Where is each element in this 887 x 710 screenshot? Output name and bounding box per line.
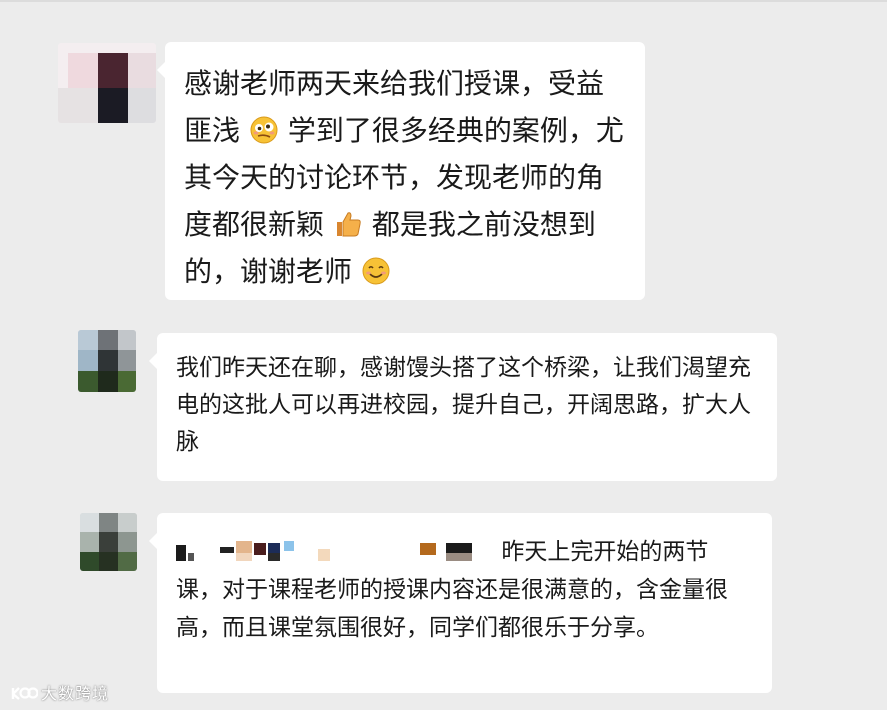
avatar[interactable] xyxy=(78,330,136,392)
top-divider xyxy=(0,0,887,2)
avatar[interactable] xyxy=(58,43,156,123)
thumbs-up-emoji xyxy=(336,212,361,237)
watermark-logo-icon xyxy=(11,687,38,700)
watermark: 大数跨境 xyxy=(10,680,109,704)
message-bubble[interactable]: 感谢老师两天来给我们授课，受益匪浅 学到了很多经典的案例，尤其今天的讨论环节，发… xyxy=(157,42,645,300)
smiling-face-emoji xyxy=(362,257,390,285)
avatar[interactable] xyxy=(80,513,137,571)
watermark-text: 大数跨境 xyxy=(41,684,110,703)
redacted-mention xyxy=(176,541,494,563)
message-bubble[interactable]: 昨天上完开始的两节课，对于课程老师的授课内容还是很满意的，含金量很高，而且课堂氛… xyxy=(149,513,772,693)
woozy-face-emoji xyxy=(250,116,278,144)
message-text: 我们昨天还在聊，感谢馒头搭了这个桥梁，让我们渴望充电的这批人可以再进校园，提升自… xyxy=(176,355,751,455)
message-text: 昨天上完开始的两节课，对于课程老师的授课内容还是很满意的，含金量很高，而且课堂氛… xyxy=(176,539,728,641)
message-text: 感谢老师两天来给我们授课，受益匪浅 学到了很多经典的案例，尤其今天的讨论环节，发… xyxy=(184,67,624,288)
message-bubble[interactable]: 我们昨天还在聊，感谢馒头搭了这个桥梁，让我们渴望充电的这批人可以再进校园，提升自… xyxy=(149,333,777,481)
